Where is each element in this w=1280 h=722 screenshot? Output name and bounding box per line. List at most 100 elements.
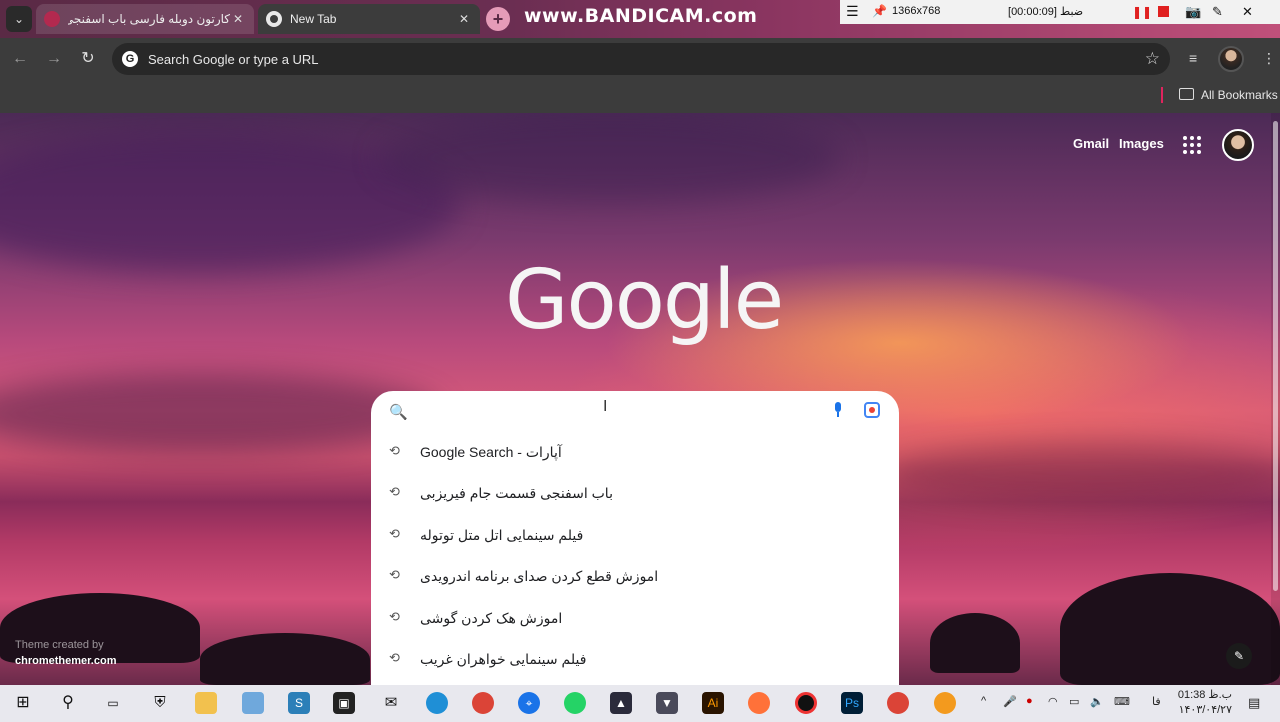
bandicam-icon[interactable] bbox=[795, 692, 817, 714]
close-icon[interactable]: ✕ bbox=[1242, 4, 1253, 20]
security-shield-icon[interactable]: ⛨ bbox=[149, 692, 171, 714]
text-cursor-icon: I bbox=[603, 398, 608, 415]
suggestion-text: فیلم سینمایی اتل متل توتوله bbox=[420, 527, 584, 543]
nox-icon[interactable]: ▲ bbox=[610, 692, 632, 714]
task-view-icon[interactable]: ▭ bbox=[102, 692, 124, 714]
clock-time: ب.ظ 01:38 bbox=[1177, 689, 1232, 701]
avatar[interactable] bbox=[1222, 129, 1254, 161]
suggestion-item[interactable]: ⟲ فیلم سینمایی اتل متل توتوله bbox=[371, 516, 899, 556]
mic-icon[interactable] bbox=[833, 402, 843, 418]
apps-grid-icon[interactable] bbox=[1183, 136, 1201, 154]
search-icon: 🔍 bbox=[389, 404, 408, 421]
windows-start-icon[interactable]: ⊞ bbox=[12, 692, 34, 714]
keyboard-icon[interactable]: ⌨ bbox=[1114, 695, 1130, 708]
maps-pin-icon[interactable]: ⌖ bbox=[518, 692, 540, 714]
all-bookmarks-button[interactable]: All Bookmarks bbox=[1201, 88, 1278, 102]
avatar[interactable] bbox=[1218, 46, 1244, 72]
menu-icon[interactable]: ☰ bbox=[846, 3, 859, 20]
suggestion-item[interactable]: ⟲ اموزش قطع کردن صدای برنامه اندرویدی bbox=[371, 557, 899, 597]
suggestion-item[interactable]: ⟲ اموزش هک کردن گوشی bbox=[371, 599, 899, 639]
suggestion-text: اموزش قطع کردن صدای برنامه اندرویدی bbox=[420, 568, 659, 584]
search-icon[interactable]: ⚲ bbox=[57, 692, 79, 714]
close-icon[interactable]: ✕ bbox=[456, 12, 472, 26]
media-control-icon[interactable]: ≡ bbox=[1189, 50, 1197, 66]
reload-icon[interactable]: ↻ bbox=[78, 49, 98, 69]
background-rock bbox=[200, 633, 370, 685]
customize-pencil-icon[interactable]: ✎ bbox=[1226, 643, 1252, 669]
background-rock bbox=[0, 593, 200, 663]
forward-icon[interactable]: → bbox=[44, 49, 64, 69]
new-tab-page: Gmail Images Google 🔍 I ⟲ آپارات - Googl… bbox=[0, 113, 1280, 685]
background-rock bbox=[1060, 573, 1280, 685]
tab-title: New Tab bbox=[290, 12, 337, 26]
suggestion-item[interactable]: ⟲ فیلم سینمایی خواهران غریب bbox=[371, 640, 899, 680]
suggestion-item[interactable]: ⟲ باب اسفنجی قسمت جام فیریزبی bbox=[371, 474, 899, 514]
recorder-resolution: 1366x768 bbox=[892, 5, 941, 17]
aparat-favicon-icon bbox=[44, 11, 60, 27]
notification-icon[interactable]: ▤ bbox=[1248, 695, 1260, 711]
chevron-up-icon[interactable]: ^ bbox=[981, 695, 986, 707]
folder-icon bbox=[1179, 88, 1194, 100]
record-dot-icon[interactable]: ● bbox=[1026, 695, 1033, 707]
wifi-icon[interactable]: ◠ bbox=[1048, 695, 1058, 708]
microphone-icon[interactable]: 🎤 bbox=[1003, 695, 1017, 708]
battery-icon[interactable]: ▭ bbox=[1069, 695, 1079, 708]
tab-search-button[interactable]: ⌄ bbox=[6, 6, 32, 32]
history-icon: ⟲ bbox=[389, 443, 400, 458]
background-cloud bbox=[380, 113, 840, 203]
speaker-icon[interactable]: 🔈 bbox=[1090, 695, 1104, 708]
illustrator-icon[interactable]: Ai bbox=[702, 692, 724, 714]
google-g-icon: G bbox=[122, 51, 138, 67]
images-link[interactable]: Images bbox=[1119, 136, 1164, 151]
tab-new-tab[interactable]: New Tab ✕ bbox=[258, 4, 480, 34]
pin-icon[interactable]: 📌 bbox=[872, 4, 887, 18]
tab-strip: ⌄ کارتون دوبله فارسی باب اسفنجی ✕ New Ta… bbox=[0, 0, 1280, 38]
google-lens-icon[interactable] bbox=[864, 402, 880, 418]
file-explorer-icon[interactable] bbox=[195, 692, 217, 714]
edge-icon[interactable] bbox=[426, 692, 448, 714]
omnibox[interactable]: G Search Google or type a URL ☆ bbox=[112, 43, 1170, 75]
suggestion-text: آپارات - Google Search bbox=[420, 444, 562, 460]
background-rock bbox=[930, 613, 1020, 673]
history-icon: ⟲ bbox=[389, 526, 400, 541]
browser-toolbar: ← → ↻ G Search Google or type a URL ☆ ≡ … bbox=[0, 38, 1280, 80]
taskbar-clock[interactable]: ب.ظ 01:38 ۱۴۰۳/۰۴/۲۷ bbox=[1174, 688, 1232, 718]
laptop-app-icon[interactable] bbox=[242, 692, 264, 714]
search-box[interactable]: 🔍 I ⟲ آپارات - Google Search ⟲ باب اسفنج… bbox=[371, 391, 899, 685]
app-s-icon[interactable]: S bbox=[288, 692, 310, 714]
history-icon: ⟲ bbox=[389, 650, 400, 665]
history-icon: ⟲ bbox=[389, 567, 400, 582]
scrollbar-thumb[interactable] bbox=[1273, 121, 1278, 591]
history-icon: ⟲ bbox=[389, 609, 400, 624]
close-icon[interactable]: ✕ bbox=[230, 12, 246, 26]
store-icon[interactable]: ▣ bbox=[333, 692, 355, 714]
new-tab-button[interactable]: + bbox=[486, 7, 510, 31]
tab-aparat[interactable]: کارتون دوبله فارسی باب اسفنجی ✕ bbox=[36, 4, 254, 34]
chrome-active-icon[interactable] bbox=[887, 692, 909, 714]
more-vert-icon[interactable]: ⋮ bbox=[1262, 50, 1276, 67]
language-indicator[interactable]: فا bbox=[1152, 695, 1161, 708]
omnibox-input[interactable]: Search Google or type a URL bbox=[148, 52, 1170, 67]
camera-icon[interactable]: 📷 bbox=[1185, 4, 1201, 20]
gmail-link[interactable]: Gmail bbox=[1073, 136, 1109, 151]
whatsapp-icon[interactable] bbox=[564, 692, 586, 714]
mail-icon[interactable]: ✉ bbox=[380, 692, 402, 714]
suggestion-item[interactable]: ⟲ آپارات - Google Search bbox=[371, 433, 899, 473]
google-logo: Google bbox=[505, 253, 784, 348]
download-app-icon[interactable]: ▼ bbox=[656, 692, 678, 714]
background-cloud bbox=[880, 443, 1280, 503]
chrome-icon[interactable] bbox=[472, 692, 494, 714]
pause-icon[interactable]: ❚❚ bbox=[1132, 5, 1152, 19]
photoshop-icon[interactable]: Ps bbox=[841, 692, 863, 714]
recorder-bar: ☰ 📌 1366x768 ضبط [00:00:09] ❚❚ 📷 ✎ ✕ bbox=[840, 0, 1280, 24]
star-icon[interactable]: ☆ bbox=[1145, 49, 1160, 69]
pen-icon[interactable]: ✎ bbox=[1212, 4, 1223, 20]
search-input[interactable] bbox=[421, 397, 821, 425]
suggestion-text: باب اسفنجی قسمت جام فیریزبی bbox=[420, 485, 613, 501]
theme-site-link[interactable]: chromethemer.com bbox=[15, 655, 116, 667]
back-icon[interactable]: ← bbox=[10, 49, 30, 69]
suggestion-text: فیلم سینمایی خواهران غریب bbox=[420, 651, 587, 667]
orange-app-icon[interactable] bbox=[934, 692, 956, 714]
stop-icon[interactable] bbox=[1158, 6, 1169, 17]
firefox-icon[interactable] bbox=[748, 692, 770, 714]
